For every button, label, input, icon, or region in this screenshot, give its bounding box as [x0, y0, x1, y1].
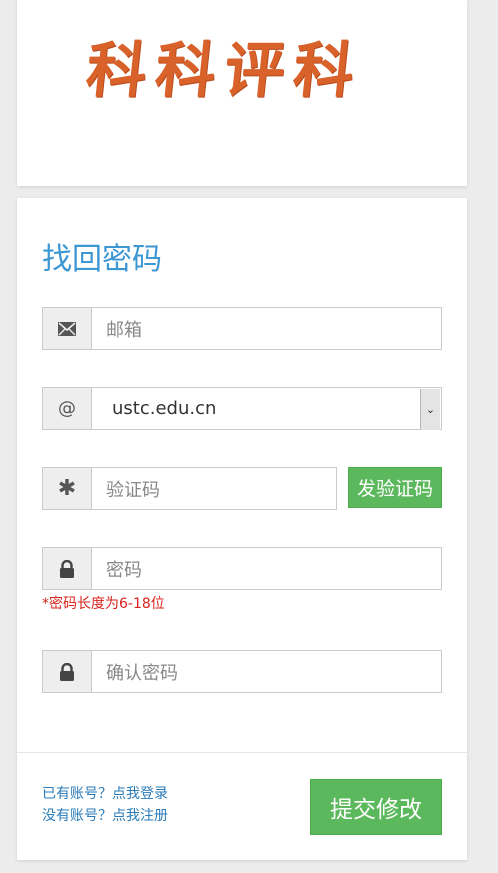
password-input[interactable]: 密码	[91, 547, 442, 590]
site-logo: 科科评科	[82, 36, 367, 106]
password-group: 密码	[42, 547, 442, 590]
confirm-password-input[interactable]: 确认密码	[91, 650, 442, 693]
reset-password-form: 找回密码 邮箱 @ ustc.edu.cn ⌄ ✱ 验证码 发验证码 密码 *密…	[17, 198, 467, 860]
register-link[interactable]: 没有账号？点我注册	[42, 805, 168, 825]
envelope-icon	[42, 307, 91, 350]
email-input[interactable]: 邮箱	[91, 307, 442, 350]
divider	[17, 752, 467, 753]
logo-card: 科科评科	[17, 0, 467, 186]
asterisk-icon: ✱	[42, 467, 91, 510]
send-code-button[interactable]: 发验证码	[348, 467, 442, 508]
domain-select-value: ustc.edu.cn	[112, 398, 217, 419]
chevron-down-icon[interactable]: ⌄	[420, 389, 440, 430]
password-hint: *密码长度为6-18位	[42, 596, 165, 612]
domain-select[interactable]: ustc.edu.cn ⌄	[91, 387, 442, 430]
page-title: 找回密码	[42, 242, 162, 277]
domain-group: @ ustc.edu.cn ⌄	[42, 387, 442, 430]
login-link[interactable]: 已有账号？点我登录	[42, 783, 168, 803]
lock-icon	[42, 650, 91, 693]
email-group: 邮箱	[42, 307, 442, 350]
code-group: ✱ 验证码	[42, 467, 337, 510]
submit-button[interactable]: 提交修改	[310, 779, 442, 835]
lock-icon	[42, 547, 91, 590]
at-icon: @	[42, 387, 91, 430]
confirm-password-group: 确认密码	[42, 650, 442, 693]
verification-code-input[interactable]: 验证码	[91, 467, 337, 510]
